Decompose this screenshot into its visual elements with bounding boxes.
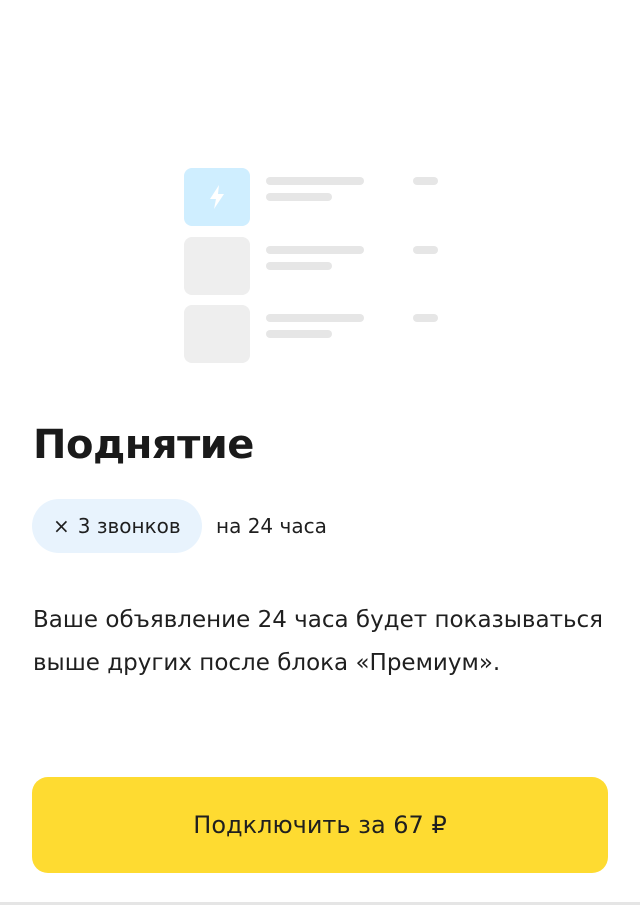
service-description: Ваше объявление 24 часа будет показывать… [33, 607, 604, 676]
illustration-line [266, 314, 364, 322]
illustration-line [413, 177, 438, 185]
illustration-line [266, 177, 364, 185]
illustration-row [184, 237, 444, 295]
calls-badge: × 3 звонков [32, 499, 202, 553]
illustration-line [413, 246, 438, 254]
illustration-line [266, 330, 332, 338]
illustration-line [266, 246, 364, 254]
duration-label: на 24 часа [216, 514, 327, 538]
page-title: Поднятие [33, 422, 254, 468]
lightning-icon [210, 185, 224, 209]
illustration-line [266, 262, 332, 270]
connect-button[interactable]: Подключить за 67 ₽ [32, 777, 608, 873]
calls-count: 3 звонков [77, 514, 181, 538]
illustration-thumb [184, 305, 250, 363]
boost-illustration [184, 168, 444, 368]
illustration-line [266, 193, 332, 201]
illustration-line [413, 314, 438, 322]
illustration-thumb [184, 237, 250, 295]
illustration-thumb-active [184, 168, 250, 226]
multiplier-icon: × [53, 514, 70, 538]
illustration-row [184, 168, 444, 226]
illustration-row [184, 305, 444, 363]
